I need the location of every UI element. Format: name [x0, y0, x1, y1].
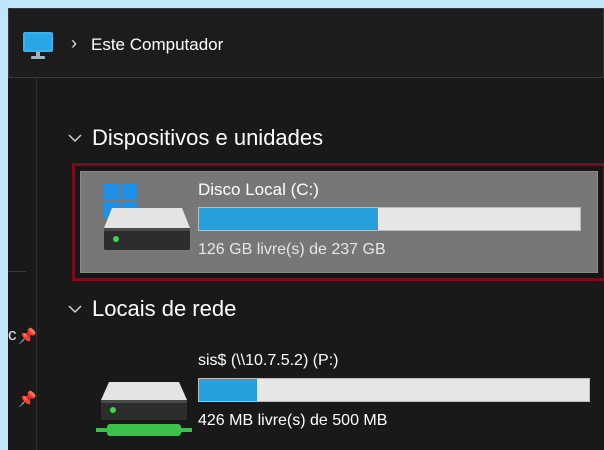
pin-icon[interactable]: 📌: [18, 390, 37, 408]
file-explorer-window: › Este Computador c 📌 📌 Dispositivos e u…: [8, 8, 604, 450]
drive-name: sis$ (\\10.7.5.2) (P:): [198, 352, 339, 369]
drive-tile-p[interactable]: sis$ (\\10.7.5.2) (P:) 426 MB livre(s) d…: [88, 348, 604, 450]
drive-usage-bar: [198, 207, 581, 231]
chevron-down-icon: [68, 305, 82, 313]
group-header-devices[interactable]: Dispositivos e unidades: [68, 125, 323, 151]
pin-icon[interactable]: 📌: [18, 327, 37, 345]
breadcrumb-this-pc[interactable]: Este Computador: [91, 35, 223, 55]
drive-free-space: 426 MB livre(s) de 500 MB: [198, 412, 388, 429]
drive-free-space: 126 GB livre(s) de 237 GB: [198, 241, 386, 258]
network-drive-icon: [96, 382, 192, 436]
drive-usage-fill: [199, 208, 379, 230]
computer-icon: [23, 32, 53, 59]
navigation-pane: c 📌 📌: [8, 78, 37, 450]
drive-tile-selection: Disco Local (C:) 126 GB livre(s) de 237 …: [80, 171, 598, 273]
windows-drive-icon: [104, 183, 190, 250]
address-bar[interactable]: › Este Computador: [8, 8, 604, 78]
drive-tile-c[interactable]: Disco Local (C:) 126 GB livre(s) de 237 …: [72, 163, 604, 281]
group-title: Locais de rede: [92, 296, 237, 321]
drive-usage-bar: [198, 378, 590, 402]
drive-name: Disco Local (C:): [198, 180, 319, 199]
drive-usage-fill: [199, 379, 257, 401]
nav-divider: [8, 271, 26, 272]
nav-item-partial-label[interactable]: c: [8, 325, 17, 345]
group-header-network[interactable]: Locais de rede: [68, 296, 236, 322]
breadcrumb-separator: ›: [71, 33, 77, 53]
group-title: Dispositivos e unidades: [92, 125, 324, 150]
chevron-down-icon: [68, 134, 82, 142]
